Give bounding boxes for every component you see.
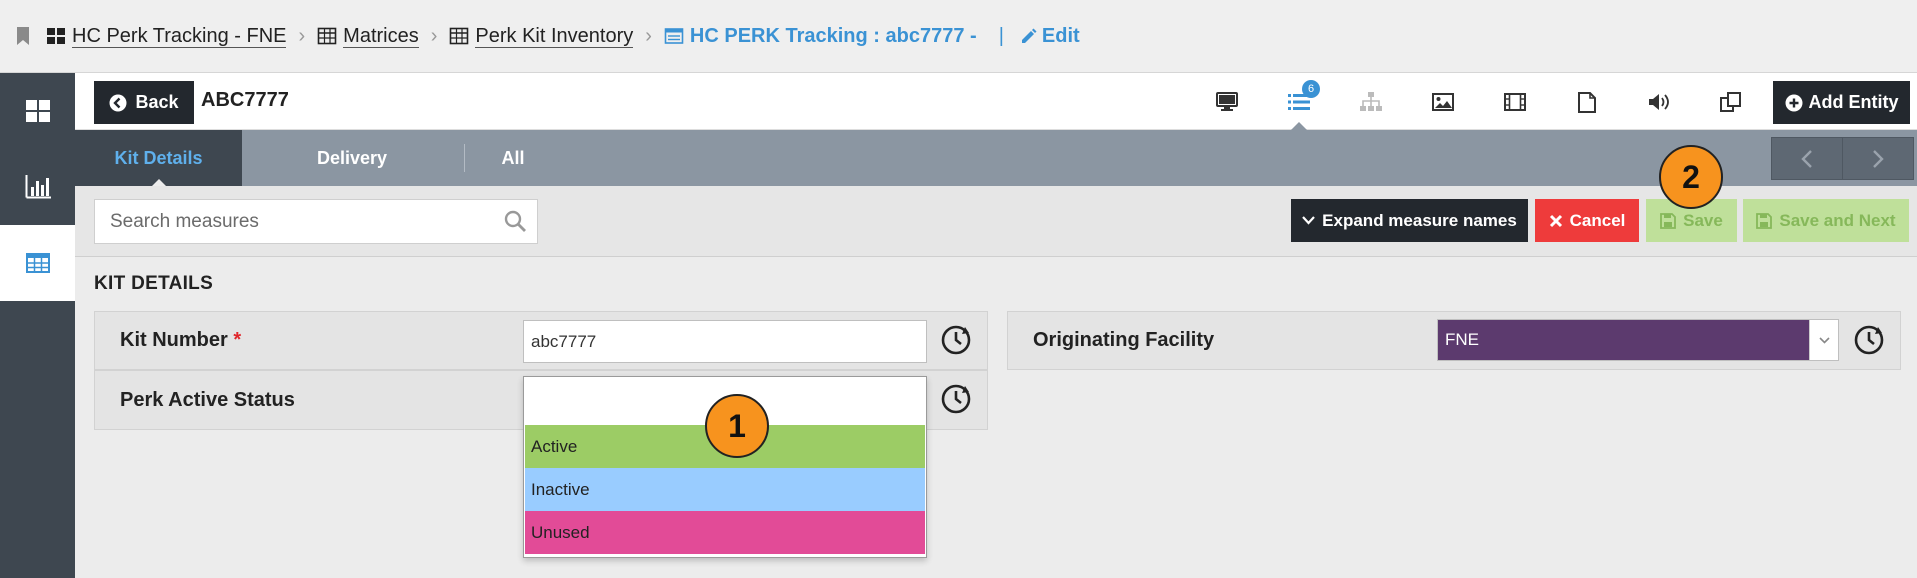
table-icon [450, 27, 469, 45]
section-title: KIT DETAILS [94, 273, 214, 294]
tab-kit-details[interactable]: Kit Details [75, 130, 242, 186]
list-count-badge: 6 [1302, 80, 1320, 98]
table-icon [25, 253, 50, 273]
tab-all[interactable]: All [473, 130, 553, 186]
next-record-button[interactable] [1842, 137, 1914, 180]
expand-measure-names-button[interactable]: Expand measure names [1291, 199, 1528, 242]
dropdown-option-inactive[interactable]: Inactive [525, 468, 925, 511]
pencil-icon [1021, 28, 1037, 43]
kit-number-label: Kit Number * [120, 329, 241, 352]
table-icon [317, 27, 337, 45]
cancel-label: Cancel [1569, 210, 1626, 230]
originating-facility-select[interactable]: FNE [1437, 319, 1839, 361]
add-entity-button[interactable]: Add Entity [1773, 81, 1910, 124]
measure-toolbar: Expand measure names Cancel Save Save an… [75, 186, 1917, 257]
bookmark-icon[interactable] [16, 27, 30, 45]
history-icon[interactable] [939, 382, 973, 416]
perk-active-status-label: Perk Active Status [120, 389, 295, 411]
add-entity-label: Add Entity [1808, 92, 1899, 112]
entity-title: ABC7777 [201, 89, 289, 111]
cancel-button[interactable]: Cancel [1535, 199, 1639, 242]
breadcrumb-label: HC Perk Tracking - FNE [72, 24, 287, 48]
back-button[interactable]: Back [94, 81, 194, 124]
chevron-left-icon [1801, 149, 1812, 168]
bar-chart-icon [25, 175, 51, 199]
close-icon [1549, 214, 1562, 227]
form-icon [664, 28, 684, 44]
entity-header: Back ABC7777 6 Add Entity [75, 73, 1917, 130]
tab-delivery[interactable]: Delivery [262, 130, 442, 186]
film-icon[interactable] [1502, 89, 1528, 115]
breadcrumb-item-matrices[interactable]: Matrices [317, 25, 419, 48]
facility-value: FNE [1445, 330, 1479, 349]
save-and-next-label: Save and Next [1779, 210, 1896, 230]
dashboard-icon [47, 28, 65, 44]
save-label: Save [1683, 210, 1723, 230]
step-callout-1: 1 [705, 394, 769, 458]
chevron-down-icon [1302, 216, 1315, 225]
search-icon[interactable] [504, 210, 526, 232]
tab-bar: Kit Details Delivery All [75, 130, 1917, 186]
breadcrumb-item-perk-kit-inventory[interactable]: Perk Kit Inventory [449, 24, 634, 48]
plus-circle-icon [1785, 94, 1802, 111]
rail-item-matrices[interactable] [0, 225, 75, 301]
dashboard-icon [25, 100, 50, 122]
breadcrumb-item-workspace[interactable]: HC Perk Tracking - FNE [46, 24, 287, 48]
monitor-icon[interactable] [1214, 89, 1240, 115]
breadcrumb-separator: › [298, 24, 306, 47]
required-marker: * [233, 329, 242, 351]
active-view-caret [1291, 122, 1307, 130]
breadcrumb-item-current: HC PERK Tracking : abc7777 - [664, 25, 977, 47]
breadcrumb-label: Perk Kit Inventory [475, 24, 634, 48]
breadcrumb-label: Matrices [343, 24, 419, 48]
step-callout-2: 2 [1659, 145, 1723, 209]
breadcrumb-current-label: HC PERK Tracking : abc7777 - [689, 25, 977, 47]
edit-link[interactable]: Edit [1020, 25, 1080, 48]
breadcrumb-separator: › [430, 24, 438, 47]
previous-record-button[interactable] [1771, 137, 1843, 180]
image-icon[interactable] [1430, 89, 1456, 115]
breadcrumb-divider: | [998, 24, 1004, 47]
dropdown-option-unused[interactable]: Unused [525, 511, 925, 554]
edit-label: Edit [1041, 24, 1080, 47]
back-label: Back [135, 92, 179, 112]
floppy-disk-icon [1660, 212, 1677, 229]
facility-dropdown-toggle[interactable] [1809, 320, 1838, 360]
speaker-icon[interactable] [1646, 89, 1672, 115]
floppy-disk-icon [1756, 212, 1773, 229]
document-icon[interactable] [1574, 89, 1600, 115]
kit-number-input[interactable] [523, 320, 927, 363]
originating-facility-label: Originating Facility [1033, 329, 1215, 351]
chevron-down-icon [1818, 336, 1830, 344]
tab-divider [464, 144, 465, 172]
breadcrumb-bar: HC Perk Tracking - FNE › Matrices › Perk… [0, 0, 1917, 73]
hierarchy-icon[interactable] [1358, 89, 1384, 115]
breadcrumb-separator: › [645, 24, 652, 47]
save-and-next-button[interactable]: Save and Next [1743, 199, 1909, 242]
history-icon[interactable] [939, 323, 973, 357]
left-rail [0, 73, 75, 578]
history-icon[interactable] [1852, 323, 1886, 357]
search-measures-input[interactable] [94, 199, 538, 244]
expand-label: Expand measure names [1322, 210, 1517, 230]
arrow-left-circle-icon [109, 94, 127, 111]
kit-number-label-text: Kit Number [120, 329, 228, 351]
rail-item-reports[interactable] [0, 149, 75, 225]
rail-item-dashboards[interactable] [0, 73, 75, 149]
copy-icon[interactable] [1718, 89, 1744, 115]
chevron-right-icon [1873, 149, 1884, 168]
